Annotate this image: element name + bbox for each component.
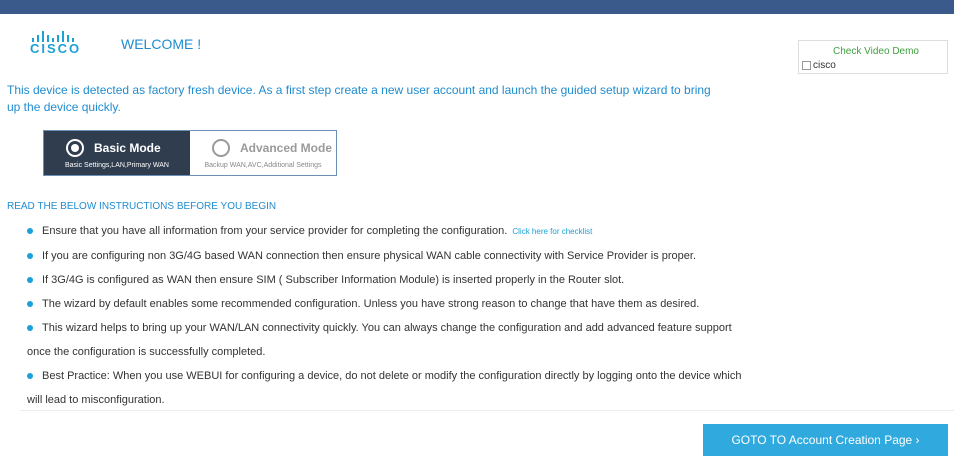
- instruction-continuation: will lead to misconfiguration.: [27, 394, 165, 406]
- basic-mode-subtitle: Basic Settings,LAN,Primary WAN: [65, 162, 169, 169]
- bullet-icon: [27, 301, 33, 307]
- top-banner-bar: [0, 0, 954, 14]
- radio-selected-icon: [66, 139, 84, 157]
- instruction-text: If you are configuring non 3G/4G based W…: [42, 250, 697, 262]
- instructions-heading: READ THE BELOW INSTRUCTIONS BEFORE YOU B…: [7, 201, 277, 212]
- instruction-text: This wizard helps to bring up your WAN/L…: [42, 322, 732, 334]
- video-demo-box: Check Video Demo cisco: [798, 40, 948, 74]
- bullet-icon: [27, 277, 33, 283]
- instruction-item: If 3G/4G is configured as WAN then ensur…: [27, 270, 927, 290]
- instruction-item: If you are configuring non 3G/4G based W…: [27, 246, 927, 266]
- instruction-item: Best Practice: When you use WEBUI for co…: [27, 366, 927, 410]
- footer-divider: [20, 410, 954, 411]
- advanced-mode-title: Advanced Mode: [240, 141, 333, 155]
- instruction-text: Best Practice: When you use WEBUI for co…: [42, 370, 742, 382]
- basic-mode-option[interactable]: Basic Mode Basic Settings,LAN,Primary WA…: [44, 131, 190, 175]
- intro-text: This device is detected as factory fresh…: [7, 83, 711, 114]
- instruction-continuation: once the configuration is successfully c…: [27, 346, 266, 358]
- instruction-item: The wizard by default enables some recom…: [27, 294, 927, 314]
- advanced-mode-subtitle: Backup WAN,AVC,Additional Settings: [204, 162, 322, 169]
- check-video-demo-link[interactable]: Check Video Demo: [799, 46, 947, 57]
- cisco-image-placeholder: cisco: [802, 60, 836, 71]
- bullet-icon: [27, 253, 33, 259]
- mode-switch: Basic Mode Basic Settings,LAN,Primary WA…: [43, 130, 337, 176]
- instruction-item: Ensure that you have all information fro…: [27, 221, 927, 242]
- broken-image-icon: [802, 61, 811, 70]
- instructions-list: Ensure that you have all information fro…: [27, 221, 927, 414]
- bullet-icon: [27, 325, 33, 331]
- logo-wordmark: CISCO: [30, 41, 82, 56]
- instruction-text: Ensure that you have all information fro…: [42, 225, 508, 237]
- checklist-link[interactable]: Click here for checklist: [512, 227, 592, 236]
- basic-mode-title: Basic Mode: [94, 141, 161, 155]
- instruction-item: This wizard helps to bring up your WAN/L…: [27, 318, 927, 362]
- cisco-logo: CISCO: [30, 30, 90, 56]
- image-alt-text: cisco: [813, 60, 836, 71]
- advanced-mode-option[interactable]: Advanced Mode Backup WAN,AVC,Additional …: [190, 131, 336, 175]
- bullet-icon: [27, 228, 33, 234]
- welcome-title: WELCOME !: [121, 36, 202, 52]
- radio-unselected-icon: [212, 139, 230, 157]
- bullet-icon: [27, 373, 33, 379]
- goto-account-creation-button[interactable]: GOTO TO Account Creation Page ›: [703, 424, 948, 456]
- instruction-text: If 3G/4G is configured as WAN then ensur…: [42, 274, 625, 286]
- instruction-text: The wizard by default enables some recom…: [42, 298, 700, 310]
